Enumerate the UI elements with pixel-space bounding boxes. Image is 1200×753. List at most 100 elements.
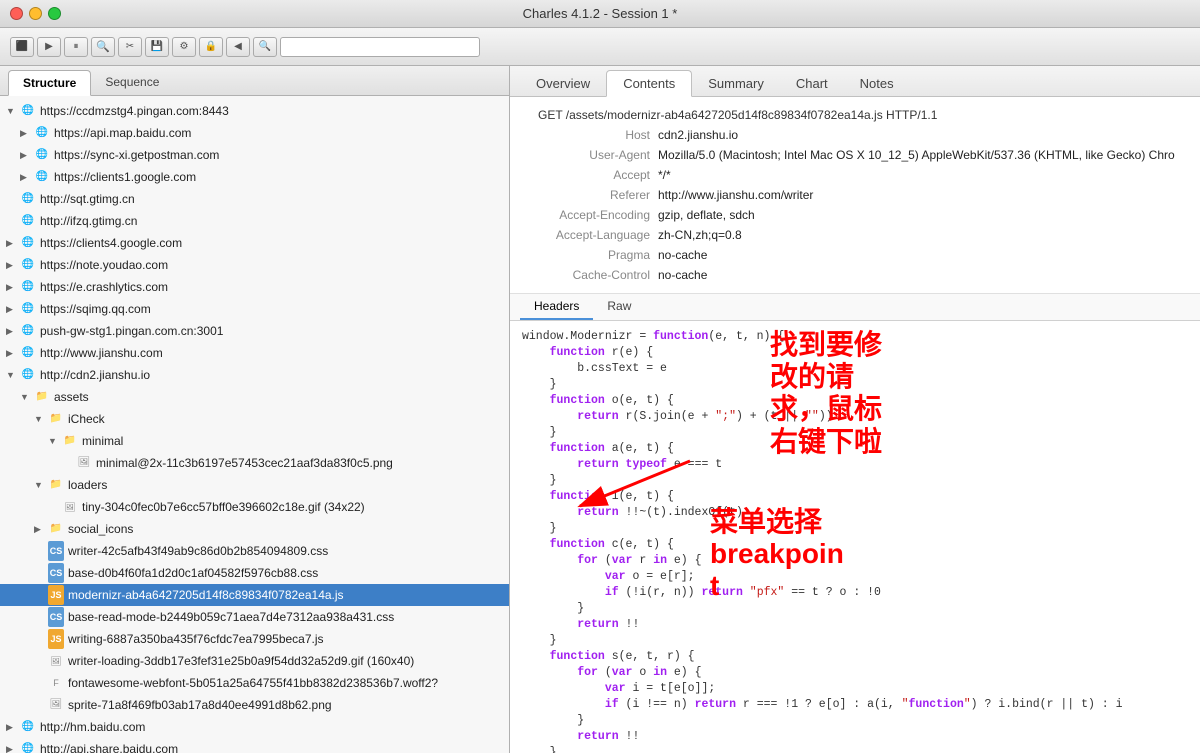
tree-item[interactable]: JSwriting-6887a350ba435f76cfdc7ea7995bec…: [0, 628, 509, 650]
tree-item[interactable]: ▶🌐http://api.share.baidu.com: [0, 738, 509, 753]
code-line: function s(e, t, r) {: [522, 649, 1188, 665]
titlebar: Charles 4.1.2 - Session 1 *: [0, 0, 1200, 28]
toolbar-button[interactable]: ◀: [226, 37, 250, 57]
accept-key: Accept: [530, 165, 650, 185]
tree-item[interactable]: 🌐http://sqt.gtimg.cn: [0, 188, 509, 210]
pragma-row: Pragma no-cache: [530, 245, 1180, 265]
toolbar-button[interactable]: 💾: [145, 37, 169, 57]
tree-icon: 🌐: [20, 301, 36, 317]
toolbar-button[interactable]: 🔍: [253, 37, 277, 57]
tree-icon: 🖼: [48, 697, 64, 713]
tree-item[interactable]: ▶🌐push-gw-stg1.pingan.com.cn:3001: [0, 320, 509, 342]
tree-item[interactable]: CSbase-d0b4f60fa1d2d0c1af04582f5976cb88.…: [0, 562, 509, 584]
code-content: window.Modernizr = function(e, t, n) { f…: [522, 329, 1188, 753]
request-line: GET /assets/modernizr-ab4a6427205d14f8c8…: [538, 105, 937, 125]
toolbar-button[interactable]: 🔒: [199, 37, 223, 57]
code-line: window.Modernizr = function(e, t, n) {: [522, 329, 1188, 345]
tree-container[interactable]: ▼🌐https://ccdmzstg4.pingan.com:8443▶🌐htt…: [0, 96, 509, 753]
right-tabs: Overview Contents Summary Chart Notes: [510, 66, 1200, 97]
tree-item[interactable]: ▶🌐https://api.map.baidu.com: [0, 122, 509, 144]
code-panel[interactable]: window.Modernizr = function(e, t, n) { f…: [510, 321, 1200, 753]
tree-expand-arrow: ▶: [6, 718, 20, 736]
toolbar-button[interactable]: ⚙: [172, 37, 196, 57]
tree-icon: JS: [48, 587, 64, 603]
tree-item[interactable]: 🖼writer-loading-3ddb17e3fef31e25b0a9f54d…: [0, 650, 509, 672]
tree-item[interactable]: ▶🌐https://sync-xi.getpostman.com: [0, 144, 509, 166]
tree-label: writer-loading-3ddb17e3fef31e25b0a9f54dd…: [68, 652, 503, 670]
tree-icon: 🖼: [62, 499, 78, 515]
close-button[interactable]: [10, 7, 23, 20]
tree-expand-arrow: ▶: [6, 300, 20, 318]
tree-item[interactable]: ▶🌐http://hm.baidu.com: [0, 716, 509, 738]
tab-structure[interactable]: Structure: [8, 70, 91, 96]
tree-expand-arrow: ▶: [20, 124, 34, 142]
code-line: }: [522, 473, 1188, 489]
tree-item[interactable]: ▶🌐https://clients4.google.com: [0, 232, 509, 254]
tree-item[interactable]: CSbase-read-mode-b2449b059c71aea7d4e7312…: [0, 606, 509, 628]
host-row: Host cdn2.jianshu.io: [530, 125, 1180, 145]
tab-notes[interactable]: Notes: [844, 71, 910, 96]
toolbar-button[interactable]: 🔍: [91, 37, 115, 57]
tree-expand-arrow: ▼: [34, 410, 48, 428]
tree-item[interactable]: ▶🌐https://sqimg.qq.com: [0, 298, 509, 320]
tree-item[interactable]: ▶🌐https://note.youdao.com: [0, 254, 509, 276]
subtab-raw[interactable]: Raw: [593, 294, 645, 320]
tab-summary[interactable]: Summary: [692, 71, 780, 96]
code-line: return !!: [522, 729, 1188, 745]
cache-control-val: no-cache: [658, 265, 707, 285]
toolbar-button[interactable]: ⬛: [10, 37, 34, 57]
referer-key: Referer: [530, 185, 650, 205]
pragma-val: no-cache: [658, 245, 707, 265]
tree-icon: 🌐: [20, 367, 36, 383]
tab-sequence[interactable]: Sequence: [91, 70, 173, 95]
tree-expand-arrow: ▶: [6, 740, 20, 753]
code-line: }: [522, 377, 1188, 393]
subtab-headers[interactable]: Headers: [520, 294, 593, 320]
tree-item[interactable]: 🖼sprite-71a8f469fb03ab17a8d40ee4991d8b62…: [0, 694, 509, 716]
tree-item[interactable]: JSmodernizr-ab4a6427205d14f8c89834f0782e…: [0, 584, 509, 606]
tree-icon: JS: [48, 631, 64, 647]
tab-chart[interactable]: Chart: [780, 71, 844, 96]
tree-label: http://sqt.gtimg.cn: [40, 190, 503, 208]
tree-item[interactable]: ▶🌐https://e.crashlytics.com: [0, 276, 509, 298]
toolbar: ⬛ ▶ ⏸ 🔍 ✂ 💾 ⚙ 🔒 ◀ 🔍: [0, 28, 1200, 66]
tree-item[interactable]: ▼🌐http://cdn2.jianshu.io: [0, 364, 509, 386]
left-panel: Structure Sequence ▼🌐https://ccdmzstg4.p…: [0, 66, 510, 753]
toolbar-button[interactable]: ⏸: [64, 37, 88, 57]
code-line: var i = t[e[o]];: [522, 681, 1188, 697]
toolbar-button[interactable]: ▶: [37, 37, 61, 57]
tree-item[interactable]: 🖼tiny-304c0fec0b7e6cc57bff0e396602c18e.g…: [0, 496, 509, 518]
pragma-key: Pragma: [530, 245, 650, 265]
code-line: }: [522, 713, 1188, 729]
tree-item[interactable]: 🌐http://ifzq.gtimg.cn: [0, 210, 509, 232]
tree-icon: 🌐: [20, 191, 36, 207]
code-line: function o(e, t) {: [522, 393, 1188, 409]
tree-item[interactable]: ▶📁social_icons: [0, 518, 509, 540]
toolbar-button[interactable]: ✂: [118, 37, 142, 57]
tree-item[interactable]: ▶🌐https://clients1.google.com: [0, 166, 509, 188]
tree-label: https://clients1.google.com: [54, 168, 503, 186]
search-input[interactable]: [280, 37, 480, 57]
tree-item[interactable]: ▼📁iCheck: [0, 408, 509, 430]
maximize-button[interactable]: [48, 7, 61, 20]
tree-item[interactable]: Ffontawesome-webfont-5b051a25a64755f41bb…: [0, 672, 509, 694]
tree-item[interactable]: ▼📁minimal: [0, 430, 509, 452]
code-line: for (var r in e) {: [522, 553, 1188, 569]
tree-expand-arrow: ▼: [6, 102, 20, 120]
tree-label: base-d0b4f60fa1d2d0c1af04582f5976cb88.cs…: [68, 564, 503, 582]
tree-item[interactable]: ▼📁assets: [0, 386, 509, 408]
tree-item[interactable]: ▼📁loaders: [0, 474, 509, 496]
tree-item[interactable]: CSwriter-42c5afb43f49ab9c86d0b2b85409480…: [0, 540, 509, 562]
tab-contents[interactable]: Contents: [606, 70, 692, 97]
code-line: function a(e, t) {: [522, 441, 1188, 457]
tree-icon: 📁: [62, 433, 78, 449]
tree-icon: 🌐: [20, 103, 36, 119]
tree-item[interactable]: ▶🌐http://www.jianshu.com: [0, 342, 509, 364]
tree-label: loaders: [68, 476, 503, 494]
tab-overview[interactable]: Overview: [520, 71, 606, 96]
user-agent-val: Mozilla/5.0 (Macintosh; Intel Mac OS X 1…: [658, 145, 1175, 165]
tree-label: modernizr-ab4a6427205d14f8c89834f0782ea1…: [68, 586, 503, 604]
minimize-button[interactable]: [29, 7, 42, 20]
tree-item[interactable]: 🖼minimal@2x-11c3b6197e57453cec21aaf3da83…: [0, 452, 509, 474]
tree-item[interactable]: ▼🌐https://ccdmzstg4.pingan.com:8443: [0, 100, 509, 122]
